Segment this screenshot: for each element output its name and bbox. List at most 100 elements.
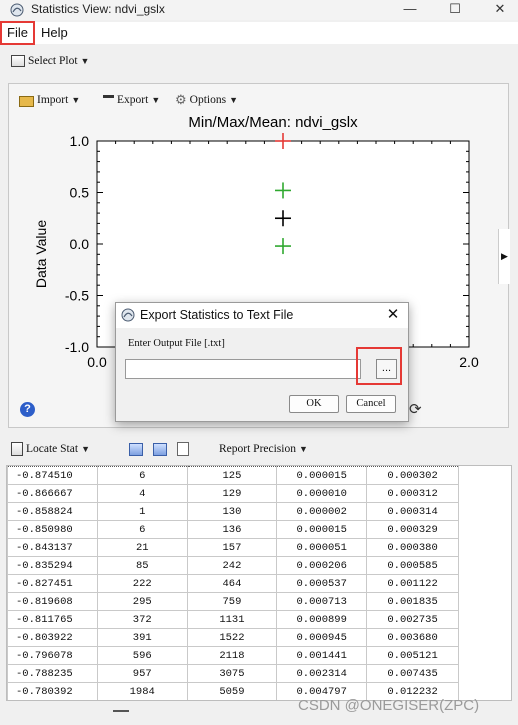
table-row[interactable]: -0.835294 85 242 0.000206 0.000585 [7,556,459,575]
chevron-down-icon: ▼ [71,95,81,105]
menu-help[interactable]: Help [37,24,72,42]
table-row[interactable]: -0.803922 391 1522 0.000945 0.003680 [7,628,459,647]
menu-file[interactable]: File [0,21,35,45]
table-cell: 0.005121 [366,646,459,665]
chart-title: Min/Max/Mean: ndvi_gslx [188,114,358,131]
table-cell: 0.000206 [276,556,368,575]
table-cell: 0.000713 [276,592,368,611]
table-cell: 0.001441 [276,646,368,665]
y-tick-label: -0.5 [65,288,89,304]
expand-panel-button[interactable]: ▶ [498,229,510,284]
table-row[interactable]: -0.843137 21 157 0.000051 0.000380 [7,538,459,557]
table-cell: 0.003680 [366,628,459,647]
cancel-button[interactable]: Cancel [346,395,396,413]
gear-icon: ⚙ [175,92,187,107]
import-label: Import [37,94,69,106]
table-cell: 6 [96,520,188,539]
view-table-button[interactable] [153,440,167,458]
table-cell: 129 [186,484,278,503]
table-row[interactable]: -0.811765 372 1131 0.000899 0.002735 [7,610,459,629]
copy-icon [177,442,189,456]
close-window-button[interactable]: ✕ [480,0,518,20]
table-cell: 0.000329 [366,520,459,539]
table-cell: 136 [186,520,278,539]
table-cell: -0.843137 [7,538,98,557]
export-button[interactable]: Export ▼ [103,91,160,109]
table-row[interactable]: -0.874510 6 125 0.000015 0.000302 [7,466,459,485]
table-cell: 391 [96,628,188,647]
table-cell: 157 [186,538,278,557]
table-cell: 295 [96,592,188,611]
dialog-close-button[interactable]: ✕ [382,305,404,325]
watermark: CSDN @ONEGISER(ZPC) [298,697,480,714]
table-cell: 242 [186,556,278,575]
table-cell: 0.000945 [276,628,368,647]
export-icon [103,94,114,106]
menu-bar: File Help [0,21,518,45]
dialog-title: Export Statistics to Text File [140,308,294,322]
y-tick-label: 0.5 [70,185,90,201]
table-row[interactable]: -0.819608 295 759 0.000713 0.001835 [7,592,459,611]
table-row[interactable]: -0.866667 4 129 0.000010 0.000312 [7,484,459,503]
window-title: Statistics View: ndvi_gslx [31,2,165,16]
table-cell: -0.780392 [7,682,98,700]
output-file-input[interactable] [125,359,361,379]
table-cell: -0.874510 [7,466,98,485]
table-cell: 0.000010 [276,484,368,503]
view-grid-button[interactable] [129,440,143,458]
grid-icon [129,442,143,456]
import-button[interactable]: Import ▼ [19,91,80,109]
locate-icon [11,442,23,456]
help-icon[interactable]: ? [20,402,35,417]
table-cell: 222 [96,574,188,593]
locate-stat-button[interactable]: Locate Stat ▼ [11,440,90,458]
table-cell: 1131 [186,610,278,629]
table-cell: 372 [96,610,188,629]
options-button[interactable]: ⚙ Options ▼ [175,91,238,109]
table-cell: 0.002735 [366,610,459,629]
chevron-down-icon: ▼ [229,95,238,105]
y-tick-label: -1.0 [65,339,89,355]
table-cell: 21 [96,538,188,557]
select-plot-button[interactable]: Select Plot ▼ [11,52,89,70]
table-cell: -0.827451 [7,574,98,593]
table-cell: 0.002314 [276,664,368,683]
table-cell: 0.000051 [276,538,368,557]
table-cell: 6 [96,466,188,485]
table-cell: 85 [96,556,188,575]
stats-toolbar: Locate Stat ▼ Report Precision ▼ [0,438,518,460]
refresh-icon[interactable]: ⟳ [409,400,422,418]
table-cell: -0.866667 [7,484,98,503]
stats-table-container[interactable]: -0.874510 6 125 0.000015 0.000302 -0.866667 4 1… [6,465,512,701]
export-dialog: Export Statistics to Text File ✕ Enter O… [115,302,409,422]
table-cell: 0.000380 [366,538,459,557]
select-plot-label: Select Plot [28,55,78,67]
horizontal-scrollbar[interactable] [113,710,129,712]
table-cell: 759 [186,592,278,611]
table-cell: -0.819608 [7,592,98,611]
copy-button[interactable] [177,440,189,458]
maximize-button[interactable]: ☐ [435,0,475,20]
table-row[interactable]: -0.788235 957 3075 0.002314 0.007435 [7,664,459,683]
y-axis-label: Data Value [33,220,49,288]
report-precision-button[interactable]: Report Precision ▼ [219,440,308,458]
table-cell: 1522 [186,628,278,647]
browse-button[interactable]: ... [376,359,397,379]
table-row[interactable]: -0.850980 6 136 0.000015 0.000329 [7,520,459,539]
table-cell: 1 [96,502,188,521]
table-cell: -0.811765 [7,610,98,629]
table-cell: 4 [96,484,188,503]
table-cell: -0.835294 [7,556,98,575]
export-label: Export [117,94,149,106]
chevron-down-icon: ▼ [151,95,161,105]
table-row[interactable]: -0.858824 1 130 0.000002 0.000314 [7,502,459,521]
table-cell: 125 [186,466,278,485]
minimize-button[interactable]: — [390,0,430,20]
table-cell: -0.788235 [7,664,98,683]
ok-button[interactable]: OK [289,395,339,413]
table-row[interactable]: -0.827451 222 464 0.000537 0.001122 [7,574,459,593]
locate-stat-label: Locate Stat [26,443,79,455]
options-label: Options [189,94,227,106]
table-row[interactable]: -0.796078 596 2118 0.001441 0.005121 [7,646,459,665]
table-cell: 0.000015 [276,466,368,485]
